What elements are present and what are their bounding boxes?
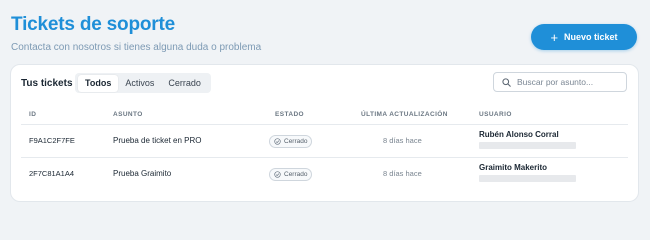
column-header-updated: ÚLTIMA ACTUALIZACIÓN xyxy=(361,111,448,118)
ticket-id: 2F7C81A1A4 xyxy=(29,169,75,178)
table-row[interactable]: 2F7C81A1A4 Prueba Graimito Cerrado 8 día… xyxy=(11,158,638,190)
status-label: Cerrado xyxy=(284,171,308,178)
column-header-subject: ASUNTO xyxy=(113,111,143,118)
ticket-user: Graimito Makerito xyxy=(479,163,548,172)
search-icon xyxy=(502,77,511,87)
ticket-subject: Prueba de ticket en PRO xyxy=(113,136,202,145)
tickets-card: Tus tickets Todos Activos Cerrado ID ASU… xyxy=(10,64,639,202)
ticket-subject: Prueba Graimito xyxy=(113,169,172,178)
ticket-id: F9A1C2F7FE xyxy=(29,136,75,145)
redacted-email xyxy=(479,142,576,149)
status-filter-tabs: Todos Activos Cerrado xyxy=(75,73,211,93)
page-subtitle: Contacta con nosotros si tienes alguna d… xyxy=(11,42,262,53)
redacted-email xyxy=(479,175,576,182)
ticket-updated: 8 días hace xyxy=(383,169,422,178)
status-badge: Cerrado xyxy=(269,168,313,181)
card-title: Tus tickets xyxy=(21,78,73,89)
search-input[interactable] xyxy=(517,77,617,87)
status-badge: Cerrado xyxy=(269,135,313,148)
check-circle-icon xyxy=(274,171,281,178)
column-header-id: ID xyxy=(29,111,37,118)
column-header-user: USUARIO xyxy=(479,111,512,118)
tab-activos[interactable]: Activos xyxy=(118,75,161,92)
new-ticket-button[interactable]: + Nuevo ticket xyxy=(531,24,637,50)
search-box[interactable] xyxy=(493,72,627,92)
ticket-updated: 8 días hace xyxy=(383,136,422,145)
tab-cerrado[interactable]: Cerrado xyxy=(161,75,208,92)
ticket-user: Rubén Alonso Corral xyxy=(479,130,559,139)
table-row[interactable]: F9A1C2F7FE Prueba de ticket en PRO Cerra… xyxy=(11,125,638,157)
table-header: ID ASUNTO ESTADO ÚLTIMA ACTUALIZACIÓN US… xyxy=(11,107,638,125)
page-title: Tickets de soporte xyxy=(11,14,175,35)
status-label: Cerrado xyxy=(284,138,308,145)
plus-icon: + xyxy=(550,29,559,45)
tab-todos[interactable]: Todos xyxy=(78,74,119,92)
check-circle-icon xyxy=(274,138,281,145)
column-header-status: ESTADO xyxy=(275,111,305,118)
new-ticket-label: Nuevo ticket xyxy=(564,32,618,42)
